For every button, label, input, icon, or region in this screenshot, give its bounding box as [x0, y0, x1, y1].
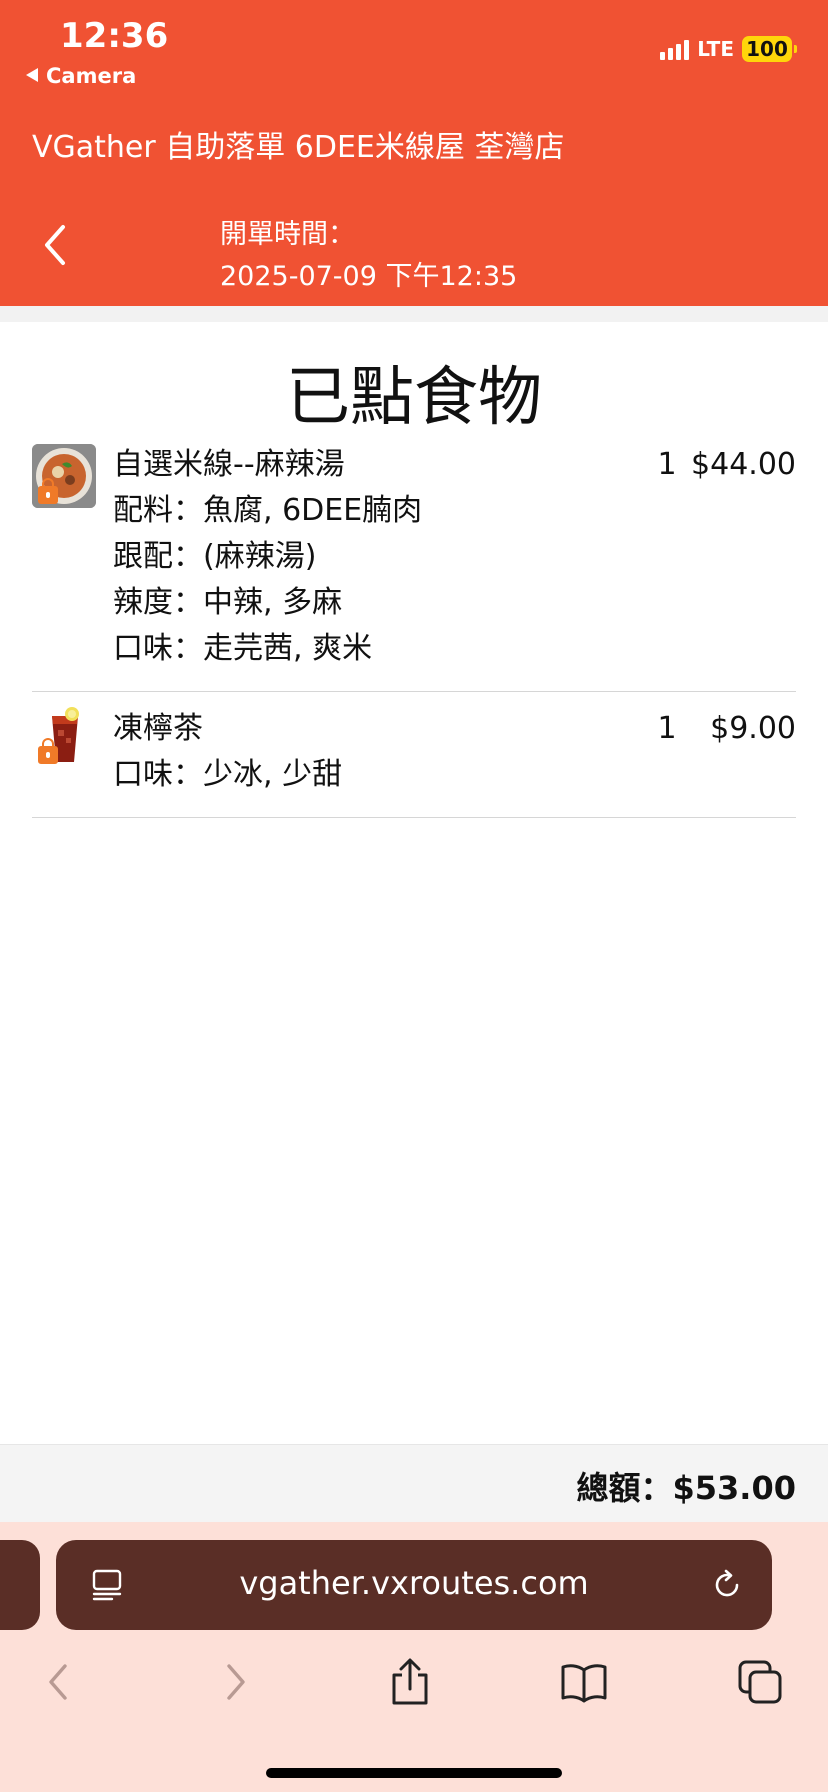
- tabs-button[interactable]: [730, 1652, 790, 1712]
- share-button[interactable]: [380, 1652, 440, 1712]
- address-bar[interactable]: vgather.vxroutes.com: [56, 1540, 772, 1630]
- page-title: 已點食物: [286, 361, 542, 435]
- item-price: $9.00: [710, 711, 796, 746]
- battery-level: 100: [746, 37, 788, 61]
- list-item[interactable]: 凍檸茶 口味：少冰, 少甜 1 $9.00: [32, 692, 796, 818]
- item-detail: 跟配：(麻辣湯): [113, 539, 317, 574]
- status-time: 12:36: [60, 16, 169, 56]
- battery-icon: 100: [742, 36, 797, 62]
- back-to-app-link[interactable]: Camera: [26, 64, 136, 88]
- iced-lemon-tea-thumbnail-icon: [32, 704, 96, 768]
- status-indicators: LTE 100: [660, 34, 797, 64]
- list-item[interactable]: 自選米線--麻辣湯 配料：魚腐, 6DEE腩肉 跟配：(麻辣湯) 辣度：中辣, …: [32, 440, 796, 692]
- browser-back-button[interactable]: [28, 1652, 88, 1712]
- item-detail: 辣度：中辣, 多麻: [113, 585, 343, 620]
- item-detail: 口味：走芫茜, 爽米: [113, 631, 373, 666]
- open-time-label: 開單時間：: [220, 219, 355, 250]
- url-text: vgather.vxroutes.com: [239, 1564, 589, 1602]
- browser-toolbar: [0, 1652, 828, 1712]
- back-triangle-icon: [26, 68, 38, 82]
- back-app-label: Camera: [46, 64, 137, 88]
- noodle-soup-thumbnail-icon: [32, 444, 96, 508]
- ordered-items-list: 自選米線--麻辣湯 配料：魚腐, 6DEE腩肉 跟配：(麻辣湯) 辣度：中辣, …: [32, 440, 796, 818]
- chevron-right-icon: [227, 1664, 245, 1700]
- previous-tab-peek[interactable]: [0, 1540, 40, 1630]
- app-title: VGather 自助落單 6DEE米線屋 荃灣店: [32, 130, 565, 165]
- home-indicator: [266, 1768, 562, 1778]
- signal-icon: [660, 38, 690, 60]
- lock-icon: [38, 478, 58, 504]
- item-detail: 配料：魚腐, 6DEE腩肉: [113, 493, 423, 528]
- browser-chrome: vgather.vxroutes.com: [0, 1522, 828, 1792]
- item-name: 凍檸茶: [113, 711, 203, 746]
- order-total: 總額：$53.00: [576, 1469, 797, 1507]
- browser-forward-button[interactable]: [206, 1652, 266, 1712]
- book-icon: [561, 1664, 607, 1703]
- item-quantity: 1: [657, 447, 677, 482]
- header-divider: [0, 306, 828, 322]
- item-price: $44.00: [691, 447, 796, 482]
- item-detail: 口味：少冰, 少甜: [113, 757, 343, 792]
- item-name: 自選米線--麻辣湯: [113, 447, 345, 482]
- bookmarks-button[interactable]: [554, 1652, 614, 1712]
- chevron-left-icon: [45, 225, 65, 265]
- item-quantity: 1: [657, 711, 677, 746]
- open-time-value: 2025-07-09 下午12:35: [220, 261, 518, 292]
- reload-icon[interactable]: [708, 1566, 746, 1604]
- share-icon: [392, 1658, 428, 1705]
- lock-icon: [38, 738, 58, 764]
- chevron-left-icon: [49, 1664, 67, 1700]
- total-bar: 總額：$53.00: [0, 1444, 828, 1522]
- back-button[interactable]: [30, 220, 80, 270]
- app-header: 12:36 Camera LTE 100 VGather 自助落單 6DEE米線…: [0, 0, 828, 306]
- tabs-icon: [738, 1660, 782, 1704]
- network-type: LTE: [697, 37, 734, 61]
